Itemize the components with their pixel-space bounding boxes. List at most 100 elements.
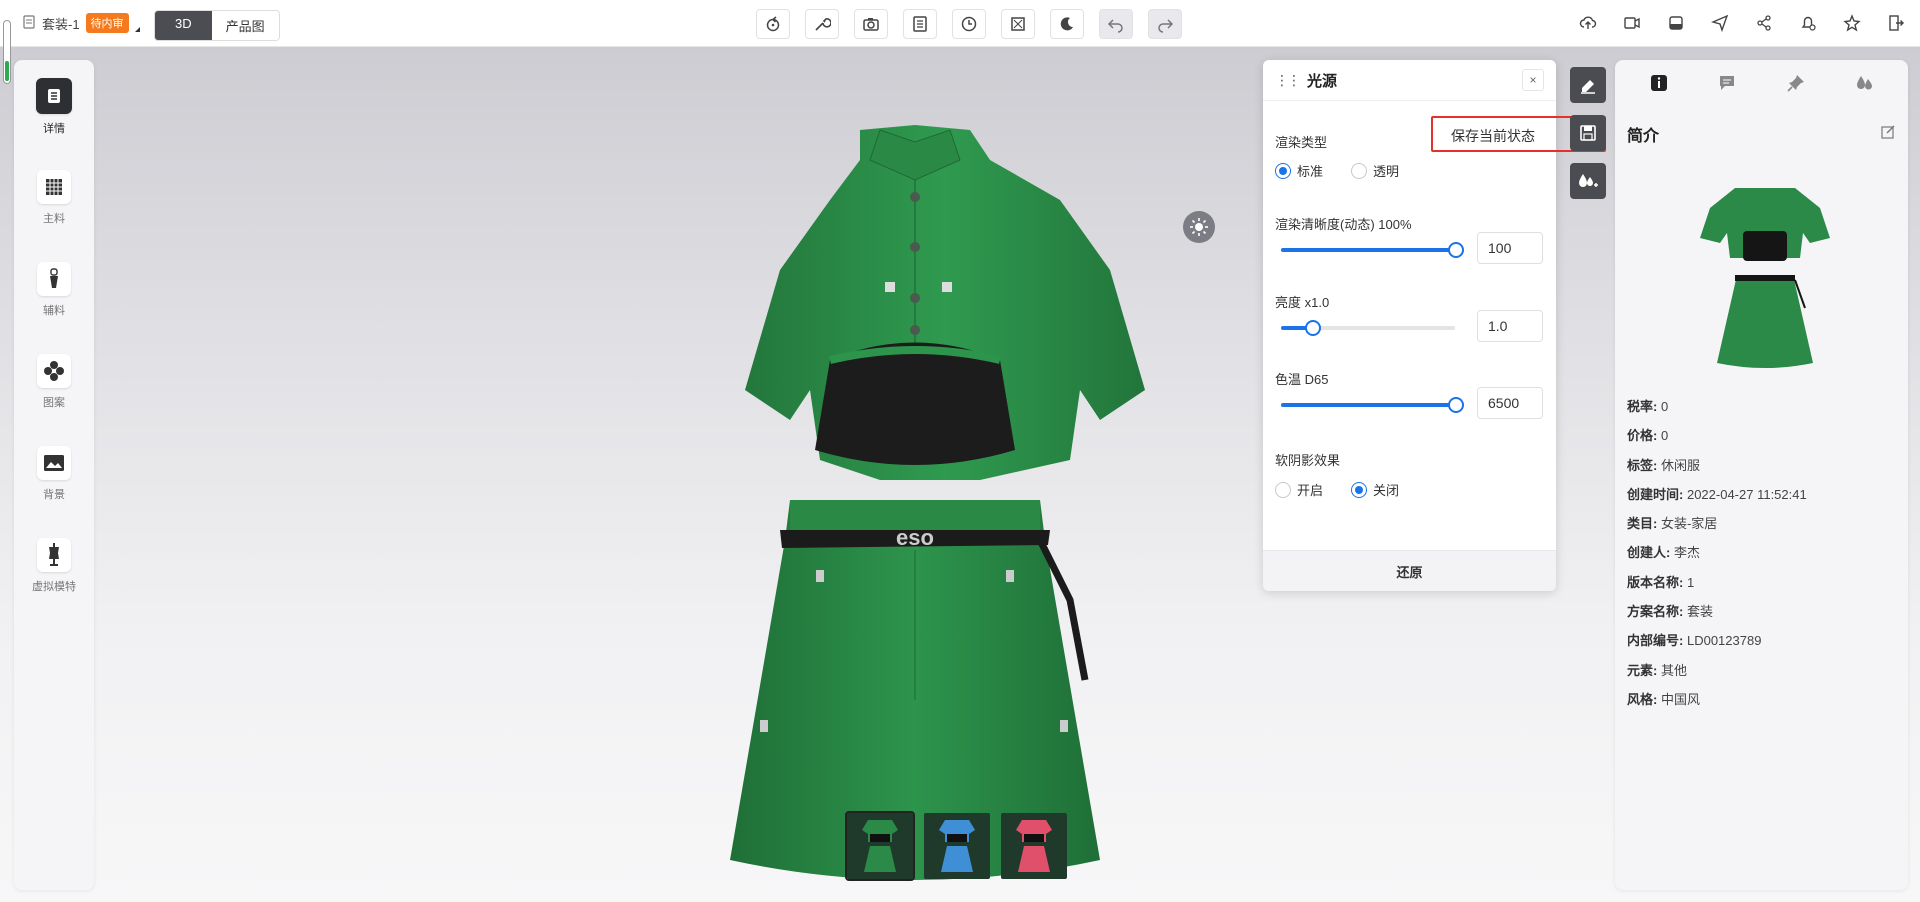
reset-button[interactable]: 还原	[1263, 550, 1556, 591]
sidebar-item-label: 背景	[43, 489, 65, 501]
material-tab[interactable]	[1851, 70, 1877, 96]
sidebar-item-label: 辅料	[43, 305, 65, 317]
info-row-category: 类目: 女装-家居	[1627, 516, 1718, 532]
pin-tab[interactable]	[1783, 70, 1809, 96]
camera-icon[interactable]	[854, 9, 888, 39]
clarity-slider[interactable]	[1281, 242, 1464, 258]
brightness-label: 亮度 x1.0	[1275, 295, 1330, 310]
shadow-off-radio[interactable]: 关闭	[1351, 480, 1399, 499]
document-name: 套装-1	[42, 16, 80, 32]
info-panel: 简介 税率: 0 价格: 0 标签: 休闲服 创建时间: 2022-04-27 …	[1615, 60, 1908, 890]
view-3d-button[interactable]: 3D	[155, 11, 212, 40]
color-temp-input[interactable]: 6500	[1477, 387, 1543, 419]
sidebar-item-details[interactable]: 详情	[14, 78, 94, 136]
sidebar-item-background[interactable]: 背景	[14, 446, 94, 502]
sidebar-item-label: 主料	[43, 213, 65, 225]
rotate-icon[interactable]	[756, 9, 790, 39]
edit-icon[interactable]	[1880, 124, 1896, 143]
document-icon[interactable]	[903, 9, 937, 39]
send-icon[interactable]	[1704, 9, 1736, 37]
eraser-icon	[1581, 80, 1595, 94]
render-transparent-radio[interactable]: 透明	[1351, 161, 1399, 180]
brightness-slider[interactable]	[1281, 320, 1455, 336]
panel-header: ⋮⋮ 光源 ×	[1263, 60, 1556, 101]
radio-label: 标准	[1297, 164, 1324, 179]
panel-title: 简介	[1627, 128, 1660, 145]
info-row-created-time: 创建时间: 2022-04-27 11:52:41	[1627, 486, 1807, 502]
info-row-price: 价格: 0	[1627, 428, 1669, 444]
drops-icon	[1856, 76, 1872, 90]
save-state-button[interactable]	[1570, 115, 1606, 151]
pin-icon	[1787, 75, 1804, 92]
brightness-input[interactable]: 1.0	[1477, 310, 1543, 342]
variant-thumbnail-green[interactable]	[845, 811, 915, 881]
info-icon	[1651, 75, 1668, 91]
variant-thumbnails	[845, 811, 1067, 881]
zipper-icon	[37, 262, 71, 296]
variant-thumbnail-blue[interactable]	[924, 813, 990, 879]
redo-icon[interactable]	[1148, 9, 1182, 39]
bell-off-icon[interactable]	[1792, 9, 1824, 37]
color-temp-slider[interactable]	[1281, 397, 1464, 413]
mannequin-icon	[37, 538, 71, 572]
product-preview-image[interactable]	[1695, 183, 1835, 373]
wrench-icon[interactable]	[805, 9, 839, 39]
eraser-button[interactable]	[1570, 67, 1606, 103]
panel-title: 光源	[1307, 72, 1338, 90]
drag-handle-icon[interactable]: ⋮⋮	[1275, 72, 1301, 89]
undo-icon[interactable]	[1099, 9, 1133, 39]
info-row-internal-code: 内部编号: LD00123789	[1627, 633, 1762, 649]
soft-shadow-label: 软阴影效果	[1275, 453, 1341, 468]
cloud-upload-icon[interactable]	[1572, 9, 1604, 37]
sidebar-item-pattern[interactable]: 图案	[14, 354, 94, 410]
variant-thumbnail-red[interactable]	[1001, 813, 1067, 879]
document-icon	[36, 78, 72, 114]
document-icon	[22, 14, 36, 32]
clock-icon[interactable]	[952, 9, 986, 39]
left-scrollbar[interactable]	[3, 20, 11, 84]
view-mode-toggle: 3D 产品图	[154, 10, 280, 41]
sidebar-item-label: 图案	[43, 397, 65, 409]
pattern-icon	[37, 354, 71, 388]
left-sidebar: 详情 主料 辅料 图案 背景 虚拟模特	[14, 60, 94, 890]
right-toolbar	[1572, 9, 1912, 37]
moon-icon[interactable]	[1050, 9, 1084, 39]
video-icon[interactable]	[1616, 9, 1648, 37]
sidebar-item-main-fabric[interactable]: 主料	[14, 170, 94, 226]
view-product-button[interactable]: 产品图	[211, 11, 279, 40]
color-temp-label: 色温 D65	[1275, 372, 1329, 387]
info-row-scheme: 方案名称: 套装	[1627, 604, 1713, 620]
toolbar	[756, 9, 1182, 39]
sun-icon	[1190, 218, 1208, 236]
star-icon[interactable]	[1836, 9, 1868, 37]
sidebar-item-virtual-model[interactable]: 虚拟模特	[14, 538, 94, 594]
info-tab[interactable]	[1646, 70, 1672, 96]
document-title[interactable]: 套装-1 待内审	[22, 11, 140, 35]
sidebar-item-label: 详情	[43, 123, 65, 135]
crop-top	[815, 342, 1015, 465]
top-bar: 套装-1 待内审 3D 产品图	[0, 0, 1920, 84]
render-standard-radio[interactable]: 标准	[1275, 161, 1323, 180]
shadow-on-radio[interactable]: 开启	[1275, 480, 1323, 499]
drops-plus-icon	[1579, 174, 1598, 187]
dropdown-corner-icon[interactable]	[134, 26, 140, 32]
radio-label: 透明	[1373, 164, 1400, 179]
sidebar-item-accessories[interactable]: 辅料	[14, 262, 94, 318]
garment-3d-view[interactable]: eso	[630, 120, 1190, 900]
image-icon	[37, 446, 71, 480]
comment-tab[interactable]	[1714, 70, 1740, 96]
stack-icon[interactable]	[1660, 9, 1692, 37]
info-row-tag: 标签: 休闲服	[1627, 457, 1700, 473]
info-row-style: 风格: 中国风	[1627, 691, 1700, 707]
clarity-input[interactable]: 100	[1477, 232, 1543, 264]
fullscreen-icon[interactable]	[1001, 9, 1035, 39]
render-type-radios: 标准 透明	[1275, 161, 1399, 180]
radio-label: 开启	[1297, 483, 1324, 498]
exit-icon[interactable]	[1880, 9, 1912, 37]
info-row-creator: 创建人: 李杰	[1627, 545, 1700, 561]
share-icon[interactable]	[1748, 9, 1780, 37]
clarity-label: 渲染清晰度(动态) 100%	[1275, 217, 1412, 232]
close-icon[interactable]: ×	[1522, 69, 1544, 91]
svg-text:eso: eso	[896, 525, 934, 550]
add-light-button[interactable]	[1570, 163, 1606, 199]
